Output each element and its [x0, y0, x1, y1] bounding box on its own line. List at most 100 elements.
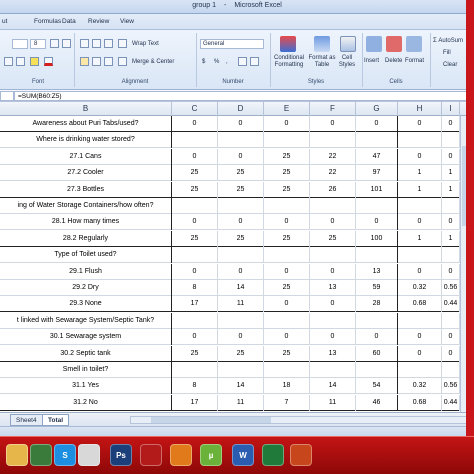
- comma-button[interactable]: ,: [226, 59, 228, 65]
- fill-button[interactable]: Fill: [443, 50, 451, 56]
- format-as-table-button[interactable]: Format as Table: [306, 55, 338, 69]
- value-cell[interactable]: [356, 198, 398, 214]
- value-cell[interactable]: 0.32: [398, 378, 442, 395]
- value-cell[interactable]: 25: [172, 165, 218, 182]
- name-box[interactable]: [0, 91, 14, 101]
- row-label-cell[interactable]: 27.3 Bottles: [0, 181, 172, 198]
- sheet-tab-total[interactable]: Total: [42, 414, 70, 426]
- format-as-table-icon[interactable]: [314, 36, 330, 52]
- delete-icon[interactable]: [386, 36, 402, 52]
- currency-button[interactable]: $: [202, 59, 205, 65]
- value-cell[interactable]: [356, 247, 398, 264]
- formula-input[interactable]: =SUM(B60:Z5): [14, 91, 474, 101]
- value-cell[interactable]: 25: [264, 148, 310, 165]
- row-label-cell[interactable]: 30.1 Sewarage system: [0, 329, 172, 346]
- value-cell[interactable]: 18: [264, 378, 310, 395]
- value-cell[interactable]: [398, 198, 442, 214]
- row-label-cell[interactable]: 29.3 None: [0, 296, 172, 313]
- value-cell[interactable]: [356, 312, 398, 329]
- value-cell[interactable]: 26: [310, 181, 356, 198]
- value-cell[interactable]: 14: [218, 378, 264, 395]
- value-cell[interactable]: 11: [218, 296, 264, 313]
- number-format-select[interactable]: General: [200, 39, 264, 49]
- column-header-e[interactable]: E: [264, 102, 310, 116]
- value-cell[interactable]: [264, 198, 310, 214]
- align-top-icon[interactable]: [80, 39, 89, 48]
- value-cell[interactable]: 0: [356, 214, 398, 231]
- value-cell[interactable]: [172, 247, 218, 264]
- value-cell[interactable]: 0: [398, 214, 442, 231]
- value-cell[interactable]: 97: [356, 165, 398, 182]
- value-cell[interactable]: 0: [218, 329, 264, 346]
- column-header-f[interactable]: F: [310, 102, 356, 116]
- value-cell[interactable]: 0.44: [442, 394, 460, 411]
- value-cell[interactable]: 13: [310, 345, 356, 362]
- row-label-cell[interactable]: Awareness about Puri Tabs/used?: [0, 116, 172, 132]
- column-header-c[interactable]: C: [172, 102, 218, 116]
- value-cell[interactable]: 101: [356, 181, 398, 198]
- value-cell[interactable]: [442, 247, 460, 264]
- value-cell[interactable]: 1: [398, 181, 442, 198]
- font-color-icon[interactable]: [44, 57, 53, 66]
- row-label-cell[interactable]: Smell in toilet?: [0, 362, 172, 378]
- value-cell[interactable]: 0: [218, 263, 264, 280]
- value-cell[interactable]: 0: [398, 148, 442, 165]
- value-cell[interactable]: 1: [442, 181, 460, 198]
- decrease-decimal-icon[interactable]: [250, 57, 259, 66]
- value-cell[interactable]: 59: [356, 280, 398, 296]
- row-label-cell[interactable]: 31.1 Yes: [0, 378, 172, 395]
- row-label-cell[interactable]: 30.2 Septic tank: [0, 345, 172, 362]
- value-cell[interactable]: 60: [356, 345, 398, 362]
- align-right-icon[interactable]: [104, 57, 113, 66]
- value-cell[interactable]: 0: [398, 329, 442, 346]
- value-cell[interactable]: 25: [172, 345, 218, 362]
- value-cell[interactable]: [310, 312, 356, 329]
- align-middle-icon[interactable]: [92, 39, 101, 48]
- value-cell[interactable]: [442, 362, 460, 378]
- row-label-cell[interactable]: 28.2 Regularly: [0, 230, 172, 247]
- value-cell[interactable]: 17: [172, 296, 218, 313]
- value-cell[interactable]: [264, 247, 310, 264]
- value-cell[interactable]: [264, 312, 310, 329]
- value-cell[interactable]: 0: [310, 263, 356, 280]
- value-cell[interactable]: 0: [310, 329, 356, 346]
- value-cell[interactable]: 8: [172, 378, 218, 395]
- value-cell[interactable]: 0: [442, 329, 460, 346]
- photoshop-icon[interactable]: Ps: [110, 444, 132, 466]
- value-cell[interactable]: 0: [310, 296, 356, 313]
- horizontal-scroll-thumb[interactable]: [151, 417, 271, 423]
- bold-icon[interactable]: [4, 57, 13, 66]
- value-cell[interactable]: [310, 247, 356, 264]
- value-cell[interactable]: [172, 198, 218, 214]
- merge-center-button[interactable]: Merge & Center: [132, 59, 174, 65]
- fill-color-icon[interactable]: [30, 57, 39, 66]
- row-label-cell[interactable]: t linked with Sewarage System/Septic Tan…: [0, 312, 172, 329]
- align-left-icon[interactable]: [80, 57, 89, 66]
- value-cell[interactable]: 22: [310, 165, 356, 182]
- value-cell[interactable]: 17: [172, 394, 218, 411]
- value-cell[interactable]: 0: [264, 263, 310, 280]
- value-cell[interactable]: 25: [264, 181, 310, 198]
- orientation-icon[interactable]: [118, 39, 127, 48]
- value-cell[interactable]: 25: [218, 181, 264, 198]
- value-cell[interactable]: 0: [264, 329, 310, 346]
- cell-styles-icon[interactable]: [340, 36, 356, 52]
- value-cell[interactable]: 13: [356, 263, 398, 280]
- conditional-formatting-button[interactable]: Conditional Formatting: [272, 55, 306, 69]
- row-label-cell[interactable]: 27.2 Cooler: [0, 165, 172, 182]
- value-cell[interactable]: 0: [356, 116, 398, 132]
- value-cell[interactable]: 1: [398, 165, 442, 182]
- value-cell[interactable]: [264, 362, 310, 378]
- value-cell[interactable]: 25: [264, 165, 310, 182]
- value-cell[interactable]: 11: [218, 394, 264, 411]
- value-cell[interactable]: 1: [442, 165, 460, 182]
- value-cell[interactable]: 0.44: [442, 296, 460, 313]
- value-cell[interactable]: [398, 362, 442, 378]
- value-cell[interactable]: [172, 362, 218, 378]
- conditional-formatting-icon[interactable]: [280, 36, 296, 52]
- value-cell[interactable]: 0: [442, 214, 460, 231]
- value-cell[interactable]: 0: [172, 263, 218, 280]
- value-cell[interactable]: 25: [218, 345, 264, 362]
- utorrent-icon[interactable]: µ: [200, 444, 222, 466]
- powerpoint-icon[interactable]: [290, 444, 312, 466]
